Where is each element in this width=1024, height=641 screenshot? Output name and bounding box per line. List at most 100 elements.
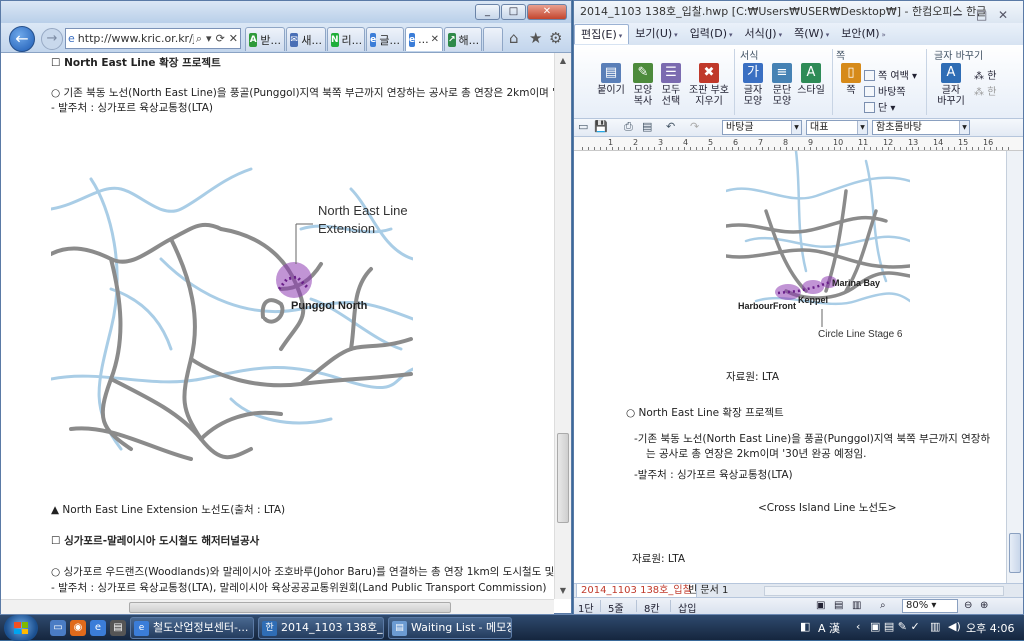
browser-tab-2[interactable]: ✉ 새... (286, 27, 326, 51)
char-shape-button[interactable]: 가 글자 모양 (738, 63, 768, 107)
ime-indicator[interactable]: A 漢 (818, 620, 840, 636)
doc-tab-current[interactable]: 2014_1103 138호_입찰 (576, 584, 697, 598)
start-button[interactable] (4, 615, 38, 641)
scroll-thumb[interactable] (557, 433, 569, 523)
ie-quicklaunch-icon[interactable]: e (90, 620, 106, 636)
taskbar-item-notepad[interactable]: ▤ Waiting List - 메모장 (388, 617, 512, 639)
address-bar[interactable]: e http://www.kric.or.kr/js ⌕ ▾ ⟳ ✕ (65, 28, 241, 49)
hwp-ruler[interactable]: 1 2 3 4 5 6 7 8 9 10 11 12 13 14 15 16 (574, 137, 1023, 151)
language-combo[interactable]: 대표 ▼ (806, 120, 868, 135)
maximize-button[interactable]: □ (501, 4, 526, 20)
doc-tab-blank[interactable]: 빈 문서 1 (684, 584, 732, 598)
status-insert-mode[interactable]: 삽입 (678, 600, 696, 615)
zoom-out-icon[interactable]: ⊖ (964, 600, 972, 611)
new-tab-button[interactable] (483, 27, 503, 51)
view-page-icon[interactable]: ▤ (834, 600, 843, 611)
style-combo[interactable]: 바탕글 ▼ (722, 120, 802, 135)
chrome-icon[interactable]: ◉ (70, 620, 86, 636)
paste-button[interactable]: ▤ 붙이기 (596, 63, 626, 96)
menu-view[interactable]: 보기(U) ▾ (629, 24, 683, 44)
view-web-icon[interactable]: ▥ (852, 600, 861, 611)
menu-security[interactable]: 보안(M)» (835, 24, 892, 44)
para-shape-button[interactable]: ≡ 문단 모양 (767, 63, 797, 107)
master-page-item[interactable]: 바탕쪽 (864, 83, 906, 98)
redo-icon[interactable]: ↷ (690, 120, 699, 133)
hanja-item[interactable]: ⁂ 한 (974, 67, 996, 82)
hwp-horizontal-scrollbar[interactable] (764, 586, 1004, 596)
hwp-document-page[interactable]: Marina Bay Keppel HarbourFront Circle Li… (574, 151, 1006, 583)
menu-insert[interactable]: 입력(D) ▾ (684, 24, 739, 44)
view-normal-icon[interactable]: ▣ (816, 600, 825, 611)
network-icon[interactable]: ▥ (930, 620, 940, 633)
language-bar-icon[interactable]: ◧ (800, 620, 810, 633)
page-button[interactable]: ▯ 쪽 (836, 63, 866, 96)
bullet-ne-line: ○ 기존 북동 노선(North East Line)을 풍골(Punggol)… (51, 87, 554, 99)
undo-icon[interactable]: ↶ (666, 120, 675, 133)
forward-button[interactable]: → (41, 28, 63, 50)
page-margin-item[interactable]: 쪽 여백 ▾ (864, 67, 917, 82)
print-icon[interactable]: ⎙ (624, 120, 633, 134)
ie-page-content: ☐ North East Line 확장 프로젝트 ○ 기존 북동 노선(Nor… (1, 53, 554, 599)
dropdown-icon[interactable]: ▾ (206, 32, 212, 45)
volume-icon[interactable]: ◀) (948, 620, 961, 633)
tray-app-icon[interactable]: ▣ ▤ ✎ ✓ (870, 620, 920, 633)
menu-edit[interactable]: 편집(E) ▾ (574, 24, 630, 44)
clock[interactable]: 오후 4:06 (966, 620, 1014, 636)
style-button[interactable]: A 스타일 (796, 63, 826, 96)
address-url[interactable]: http://www.kric.or.kr/js (78, 32, 194, 45)
char-replace-button[interactable]: A 글자 바꾸기 (936, 63, 966, 107)
back-button[interactable]: ← (9, 26, 35, 52)
favorites-icon[interactable]: ★ (529, 29, 542, 47)
tools-gear-icon[interactable]: ⚙ (549, 29, 562, 47)
minimize-button[interactable]: _ (475, 4, 500, 20)
windows-taskbar: ▭ ◉ e ▤ e 철도산업정보센터-... 한 2014_1103 138호_… (0, 614, 1024, 641)
tab-label: 리... (341, 33, 363, 47)
switch-windows-icon[interactable]: ▤ (110, 620, 126, 636)
north-east-line-map: North East Line Extension Punggol North (51, 149, 413, 464)
hwp-scroll-thumb[interactable] (1009, 533, 1021, 573)
clear-code-button[interactable]: ✖ 조판 부호 지우기 (686, 63, 732, 107)
ie-titlebar[interactable]: _ □ ✕ (1, 1, 571, 23)
font-combo[interactable]: 함초롬바탕 ▼ (872, 120, 970, 135)
scroll-up-icon[interactable]: ▲ (555, 53, 571, 69)
search-icon[interactable]: ⌕ (196, 32, 202, 46)
tray-expand-icon[interactable]: ‹ (856, 620, 860, 633)
vertical-scrollbar[interactable]: ▲ ▼ (554, 53, 571, 599)
show-desktop-icon[interactable]: ▭ (50, 620, 66, 636)
select-all-button[interactable]: ☰ 모두 선택 (656, 63, 686, 107)
browser-tab-active[interactable]: e ... ✕ (405, 27, 443, 51)
hanja-item-2[interactable]: ⁂ 한 (974, 83, 996, 98)
hwp-vertical-scrollbar[interactable] (1006, 151, 1023, 583)
horizontal-scrollbar[interactable] (1, 599, 554, 615)
zoom-in-icon[interactable]: ⊕ (980, 600, 988, 611)
home-icon[interactable]: ⌂ (509, 29, 519, 47)
hwp-titlebar[interactable]: 2014_1103 138호_입찰.hwp [C:₩Users₩USER₩Des… (574, 1, 1023, 23)
hscroll-thumb[interactable] (129, 602, 451, 613)
scroll-down-icon[interactable]: ▼ (555, 583, 571, 599)
stop-icon[interactable]: ✕ (229, 32, 238, 45)
zoom-combo[interactable]: 80% ▾ (902, 599, 958, 613)
menu-page[interactable]: 쪽(W) ▾ (788, 24, 835, 44)
close-button[interactable]: ✕ (998, 4, 1008, 23)
column-item[interactable]: 단 ▾ (864, 99, 895, 114)
hwp-title-text: 2014_1103 138호_입찰.hwp [C:₩Users₩USER₩Des… (580, 5, 987, 18)
zoom-icon[interactable]: ⌕ (880, 600, 886, 611)
taskbar-item-ie[interactable]: e 철도산업정보센터-... (130, 617, 254, 639)
new-doc-icon[interactable]: ▭ (578, 120, 588, 133)
format-painter-button[interactable]: ✎ 모양 복사 (628, 63, 658, 107)
browser-tab-6[interactable]: ↗ 해... (444, 27, 482, 51)
close-button[interactable]: ✕ (527, 4, 567, 20)
browser-tab-3[interactable]: N 리... (327, 27, 365, 51)
hwp-ribbon: 서식 쪽 글자 바꾸기 ▤ 붙이기 ✎ 모양 복사 ☰ 모두 선택 ✖ 조판 부… (574, 45, 1023, 119)
save-icon[interactable]: 💾 (594, 120, 608, 133)
maximize-button[interactable]: □ (976, 4, 987, 23)
minimize-button[interactable]: ─ (954, 4, 961, 23)
menu-format[interactable]: 서식(J) ▾ (739, 24, 789, 44)
browser-tab-4[interactable]: e 글... (366, 27, 404, 51)
browser-tab-1[interactable]: A 받... (245, 27, 285, 51)
refresh-icon[interactable]: ⟳ (216, 32, 225, 45)
tab-close-icon[interactable]: ✕ (431, 34, 439, 45)
preview-icon[interactable]: ▤ (642, 120, 652, 133)
green-arrow-tab-icon: ↗ (448, 32, 456, 47)
taskbar-item-hwp[interactable]: 한 2014_1103 138호_... (258, 617, 384, 639)
